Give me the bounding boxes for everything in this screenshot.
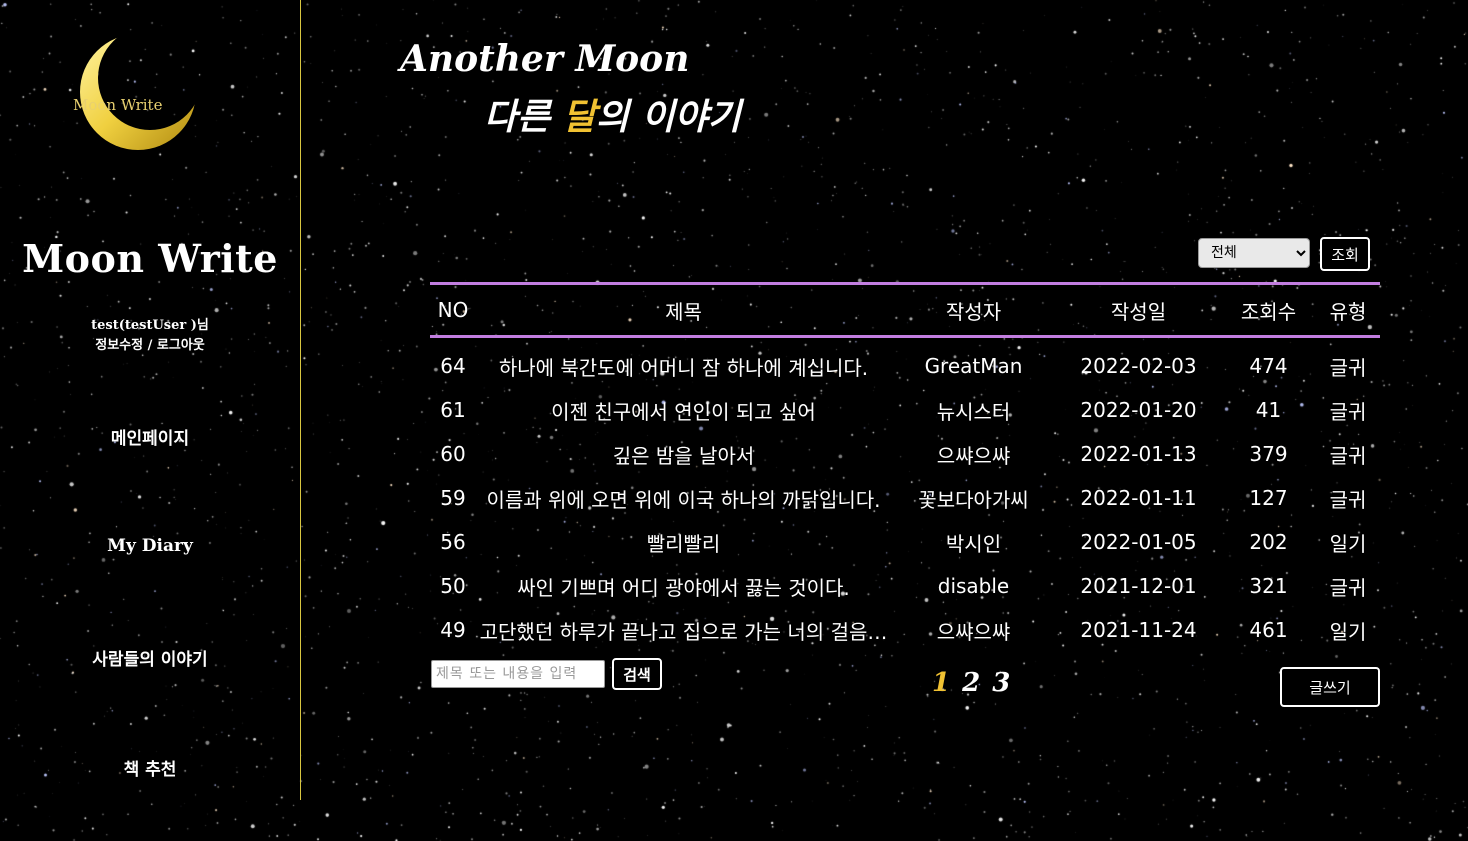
nav-item-people-stories[interactable]: 사람들의 이야기 (0, 645, 300, 670)
column-header-date: 작성일 (1110, 299, 1167, 324)
cell-date: 2021-12-01 (1080, 574, 1197, 598)
table-row[interactable]: 61 이젠 친구에서 연인이 되고 싶어 뉴시스터 2022-01-20 41 … (430, 388, 1380, 432)
table-row[interactable]: 49 고단했던 하루가 끝나고 집으로 가는 너의 걸음… 으쌰으쌰 2021-… (430, 608, 1380, 652)
table-header-row: NO 제목 작성자 작성일 조회수 유형 (430, 283, 1380, 337)
search-button[interactable]: 검색 (612, 658, 662, 690)
cell-no: 49 (440, 618, 466, 642)
hero-title-ko-after: 의 이야기 (595, 96, 741, 138)
link-separator: / (143, 338, 157, 353)
cell-views: 41 (1255, 398, 1282, 422)
hero-title-en: Another Moon (400, 38, 690, 80)
cell-type: 글귀 (1329, 487, 1367, 512)
cell-date: 2022-01-05 (1080, 530, 1197, 554)
cell-title[interactable]: 이젠 친구에서 연인이 되고 싶어 (476, 388, 891, 432)
cell-views: 202 (1249, 530, 1288, 554)
cell-no: 64 (440, 354, 466, 378)
cell-title[interactable]: 하나에 북간도에 어머니 잠 하나에 계십니다. (476, 337, 891, 389)
user-box: test(testUser )님 정보수정 / 로그아웃 (0, 316, 300, 356)
page-link-2[interactable]: 2 (962, 668, 980, 698)
hero-title-ko: 다른 달의 이야기 (484, 88, 741, 140)
page: Moon Write Moon Write test(testUser )님 정… (0, 0, 1468, 841)
cell-type: 글귀 (1329, 575, 1367, 600)
nav-item-main[interactable]: 메인페이지 (0, 424, 300, 449)
cell-author: 으쌰으쌰 (936, 619, 1011, 644)
cell-date: 2022-01-11 (1080, 486, 1197, 510)
cell-author: 꽃보다아가씨 (918, 487, 1029, 512)
cell-type: 일기 (1329, 531, 1367, 556)
table-row[interactable]: 56 빨리빨리 박시인 2022-01-05 202 일기 (430, 520, 1380, 564)
page-link-1[interactable]: 1 (932, 668, 950, 698)
pagination: 1 2 3 (932, 668, 1010, 698)
cell-views: 127 (1249, 486, 1288, 510)
nav-item-book-recommend[interactable]: 책 추천 (0, 755, 300, 780)
cell-date: 2022-01-20 (1080, 398, 1197, 422)
sidebar-divider (300, 0, 301, 800)
write-post-button[interactable]: 글쓰기 (1280, 667, 1380, 707)
cell-author: 뉴시스터 (936, 399, 1011, 424)
cell-author: GreatMan (924, 354, 1023, 378)
post-table: NO 제목 작성자 작성일 조회수 유형 64 하나에 북간도에 어머니 잠 하… (430, 282, 1380, 652)
column-header-no: NO (437, 298, 469, 322)
user-greeting: test(testUser )님 (91, 318, 209, 333)
cell-no: 60 (440, 442, 466, 466)
cell-author: 으쌰으쌰 (936, 443, 1011, 468)
hero-title-ko-accent: 달 (562, 96, 596, 138)
cell-title[interactable]: 이름과 위에 오면 위에 이국 하나의 까닭입니다. (476, 476, 891, 520)
cell-author: 박시인 (945, 531, 1002, 556)
user-links: 정보수정 / 로그아웃 (0, 336, 300, 356)
nav-item-my-diary[interactable]: My Diary (0, 536, 300, 556)
cell-title[interactable]: 싸인 기쁘며 어디 광야에서 끓는 것이다. (476, 564, 891, 608)
moon-logo[interactable]: Moon Write (60, 34, 210, 156)
brand-title: Moon Write (22, 236, 278, 281)
cell-date: 2022-02-03 (1080, 354, 1197, 378)
column-header-title: 제목 (665, 299, 702, 324)
logo-text: Moon Write (73, 96, 163, 114)
cell-type: 글귀 (1329, 443, 1367, 468)
cell-date: 2021-11-24 (1080, 618, 1197, 642)
cell-type: 글귀 (1329, 355, 1367, 380)
cell-no: 61 (440, 398, 466, 422)
cell-no: 59 (440, 486, 466, 510)
lookup-button[interactable]: 조회 (1320, 237, 1370, 271)
cell-type: 글귀 (1329, 399, 1367, 424)
cell-views: 321 (1249, 574, 1288, 598)
edit-profile-link[interactable]: 정보수정 (95, 338, 143, 353)
cell-views: 379 (1249, 442, 1288, 466)
table-row[interactable]: 59 이름과 위에 오면 위에 이국 하나의 까닭입니다. 꽃보다아가씨 202… (430, 476, 1380, 520)
column-header-type: 유형 (1329, 299, 1367, 324)
search-input[interactable] (431, 660, 605, 688)
cell-no: 56 (440, 530, 466, 554)
table-row[interactable]: 60 깊은 밤을 날아서 으쌰으쌰 2022-01-13 379 글귀 (430, 432, 1380, 476)
sidebar: Moon Write Moon Write test(testUser )님 정… (0, 0, 300, 800)
cell-title[interactable]: 깊은 밤을 날아서 (476, 432, 891, 476)
cell-views: 474 (1249, 354, 1288, 378)
column-header-views: 조회수 (1240, 299, 1297, 324)
logout-link[interactable]: 로그아웃 (157, 338, 205, 353)
table-row[interactable]: 64 하나에 북간도에 어머니 잠 하나에 계십니다. GreatMan 202… (430, 337, 1380, 389)
table-row[interactable]: 50 싸인 기쁘며 어디 광야에서 끓는 것이다. disable 2021-1… (430, 564, 1380, 608)
cell-views: 461 (1249, 618, 1288, 642)
page-link-3[interactable]: 3 (992, 668, 1010, 698)
cell-author: disable (937, 574, 1010, 598)
cell-type: 일기 (1329, 619, 1367, 644)
column-header-author: 작성자 (945, 299, 1002, 324)
cell-title[interactable]: 빨리빨리 (476, 520, 891, 564)
cell-date: 2022-01-13 (1080, 442, 1197, 466)
hero-title-ko-before: 다른 (484, 96, 563, 138)
cell-title[interactable]: 고단했던 하루가 끝나고 집으로 가는 너의 걸음… (476, 608, 891, 652)
cell-no: 50 (440, 574, 466, 598)
category-filter-select[interactable]: 전체 (1198, 238, 1310, 268)
